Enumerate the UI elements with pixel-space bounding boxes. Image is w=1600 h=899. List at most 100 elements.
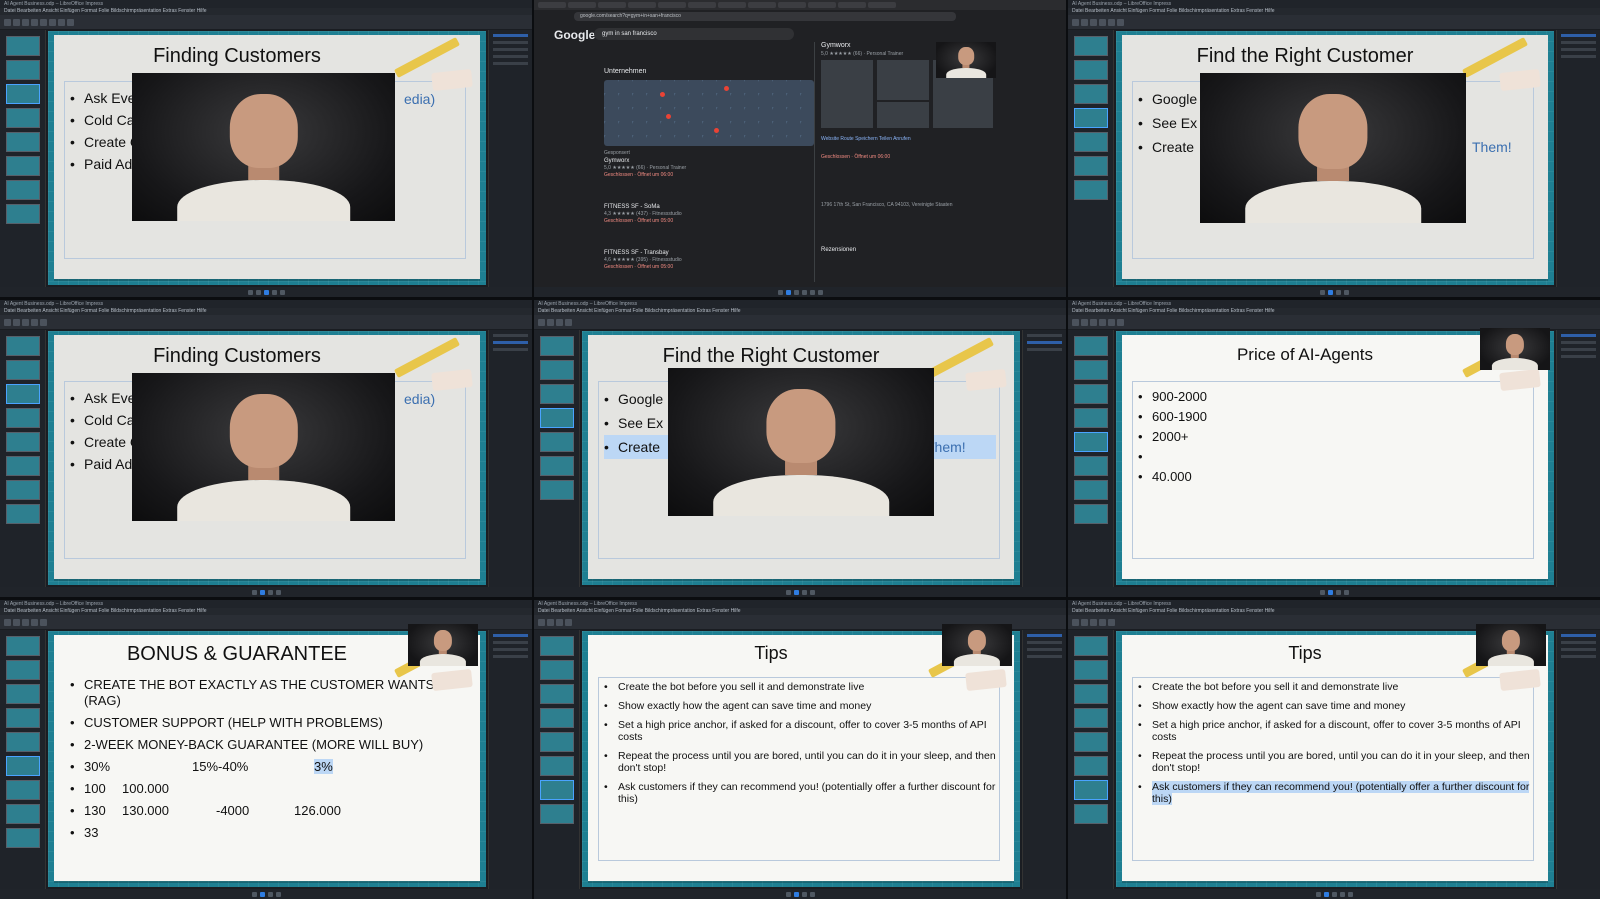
slide-thumbnail[interactable]: [1074, 660, 1108, 680]
gym-photo[interactable]: [877, 60, 929, 100]
result-name[interactable]: FITNESS SF - SoMa: [604, 204, 804, 210]
map-pin-icon[interactable]: [660, 92, 665, 97]
toolbar-button[interactable]: [58, 18, 65, 26]
toolbar-button[interactable]: [538, 618, 545, 626]
address-bar[interactable]: google.com/search?q=gym+in+san+francisco: [574, 12, 956, 21]
toolbar-button[interactable]: [22, 18, 29, 26]
slide-thumbnail[interactable]: [6, 84, 40, 104]
slide-thumbnail[interactable]: [540, 480, 574, 500]
slide-thumbnail[interactable]: [1074, 480, 1108, 500]
slide-thumbnail[interactable]: [1074, 36, 1108, 56]
toolbar-button[interactable]: [1090, 18, 1097, 26]
slide-thumbnail[interactable]: [1074, 732, 1108, 752]
toolbar-button[interactable]: [13, 18, 20, 26]
browser-tab[interactable]: [688, 2, 716, 8]
menu-bar[interactable]: Datei Bearbeiten Ansicht Einfügen Format…: [0, 8, 532, 15]
browser-tab[interactable]: [748, 2, 776, 8]
toolbar-button[interactable]: [31, 18, 38, 26]
slide-thumbnail[interactable]: [540, 732, 574, 752]
browser-tab[interactable]: [718, 2, 746, 8]
toolbar-button[interactable]: [1081, 318, 1088, 326]
toolbar-button[interactable]: [1072, 18, 1079, 26]
slide-thumbnail[interactable]: [1074, 336, 1108, 356]
slide-thumbnail[interactable]: [540, 456, 574, 476]
slide-thumbnail[interactable]: [6, 660, 40, 680]
map-pin-icon[interactable]: [666, 114, 671, 119]
browser-tab[interactable]: [868, 2, 896, 8]
map-pin-icon[interactable]: [724, 86, 729, 91]
slide-thumbnail[interactable]: [1074, 456, 1108, 476]
slide-thumbnail[interactable]: [1074, 156, 1108, 176]
toolbar-button[interactable]: [565, 618, 572, 626]
slide-thumbnail[interactable]: [540, 660, 574, 680]
slide-thumbnail[interactable]: [1074, 756, 1108, 776]
slide[interactable]: Tips Create the bot before you sell it a…: [588, 635, 1014, 881]
result-item[interactable]: FITNESS SF - SoMa 4,3 ★★★★★ (437) · Fitn…: [604, 204, 804, 224]
slide-thumbnail[interactable]: [1074, 708, 1108, 728]
toolbar-button[interactable]: [1090, 618, 1097, 626]
panel-actions[interactable]: Website Route Speichern Teilen Anrufen: [821, 136, 911, 142]
slide-thumbnail[interactable]: [1074, 384, 1108, 404]
slide-thumbnail[interactable]: [6, 204, 40, 224]
menu-bar[interactable]: Datei Bearbeiten Ansicht Einfügen Format…: [1068, 308, 1600, 315]
toolbar-button[interactable]: [547, 318, 554, 326]
browser-tab[interactable]: [658, 2, 686, 8]
slide-thumbnail[interactable]: [540, 684, 574, 704]
search-input[interactable]: gym in san francisco: [594, 28, 794, 40]
slide-thumbnail[interactable]: [540, 780, 574, 800]
result-item[interactable]: Gymworx 5,0 ★★★★★ (66) · Personal Traine…: [604, 158, 804, 178]
browser-tab[interactable]: [598, 2, 626, 8]
toolbar-button[interactable]: [67, 18, 74, 26]
toolbar-button[interactable]: [1072, 618, 1079, 626]
slide-thumbnail[interactable]: [6, 708, 40, 728]
slide-thumbnail[interactable]: [6, 180, 40, 200]
slide-thumbnail[interactable]: [1074, 132, 1108, 152]
slide-thumbnail[interactable]: [1074, 780, 1108, 800]
slide-thumbnail[interactable]: [6, 336, 40, 356]
toolbar-button[interactable]: [22, 618, 29, 626]
slide-thumbnail[interactable]: [1074, 360, 1108, 380]
toolbar-button[interactable]: [1099, 618, 1106, 626]
result-item[interactable]: FITNESS SF - Transbay 4,6 ★★★★★ (395) · …: [604, 250, 804, 270]
browser-tab[interactable]: [808, 2, 836, 8]
toolbar-button[interactable]: [1090, 318, 1097, 326]
toolbar-button[interactable]: [13, 318, 20, 326]
slide-thumbnail[interactable]: [1074, 108, 1108, 128]
toolbar-button[interactable]: [40, 18, 47, 26]
menu-bar[interactable]: Datei Bearbeiten Ansicht Einfügen Format…: [534, 608, 1066, 615]
toolbar-button[interactable]: [1117, 18, 1124, 26]
toolbar-button[interactable]: [538, 318, 545, 326]
slide[interactable]: Price of AI-Agents 900-2000 600-1900 200…: [1122, 335, 1548, 579]
menu-bar[interactable]: Datei Bearbeiten Ansicht Einfügen Format…: [534, 308, 1066, 315]
toolbar-button[interactable]: [1099, 318, 1106, 326]
toolbar-button[interactable]: [40, 318, 47, 326]
slide-thumbnail[interactable]: [1074, 804, 1108, 824]
slide-thumbnail[interactable]: [1074, 180, 1108, 200]
slide-thumbnail[interactable]: [6, 828, 40, 848]
gym-photo[interactable]: [821, 60, 873, 128]
toolbar-button[interactable]: [547, 618, 554, 626]
browser-tab[interactable]: [628, 2, 656, 8]
slide-thumbnail[interactable]: [6, 756, 40, 776]
toolbar-button[interactable]: [4, 318, 11, 326]
toolbar-button[interactable]: [13, 618, 20, 626]
toolbar-button[interactable]: [31, 618, 38, 626]
slide-thumbnail[interactable]: [6, 360, 40, 380]
slide-thumbnail[interactable]: [6, 108, 40, 128]
slide-thumbnail[interactable]: [6, 132, 40, 152]
toolbar-button[interactable]: [31, 318, 38, 326]
slide-thumbnail[interactable]: [6, 156, 40, 176]
slide-thumbnail[interactable]: [540, 636, 574, 656]
slide[interactable]: BONUS & GUARANTEE CREATE THE BOT EXACTLY…: [54, 635, 480, 881]
google-logo[interactable]: Google: [554, 28, 595, 42]
browser-tab[interactable]: [838, 2, 866, 8]
slide-thumbnail[interactable]: [540, 360, 574, 380]
slide-thumbnail[interactable]: [1074, 84, 1108, 104]
result-name[interactable]: FITNESS SF - Transbay: [604, 250, 804, 256]
toolbar-button[interactable]: [1072, 318, 1079, 326]
slide-thumbnail[interactable]: [6, 36, 40, 56]
slide-thumbnail[interactable]: [540, 432, 574, 452]
toolbar-button[interactable]: [1108, 18, 1115, 26]
browser-tab[interactable]: [778, 2, 806, 8]
toolbar-button[interactable]: [22, 318, 29, 326]
